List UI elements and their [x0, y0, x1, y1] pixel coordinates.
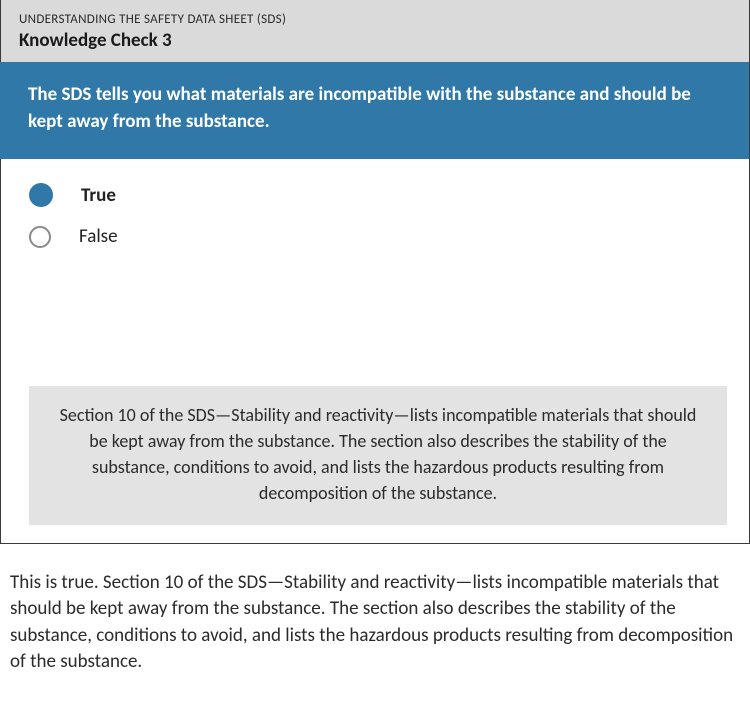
module-eyebrow: UNDERSTANDING THE SAFETY DATA SHEET (SDS…: [19, 12, 731, 27]
card-header: UNDERSTANDING THE SAFETY DATA SHEET (SDS…: [1, 0, 749, 62]
answer-label: True: [81, 184, 116, 207]
answer-option-true[interactable]: True: [27, 183, 721, 207]
question-text: The SDS tells you what materials are inc…: [0, 62, 749, 159]
radio-selected-icon: [29, 183, 53, 207]
quiz-card: UNDERSTANDING THE SAFETY DATA SHEET (SDS…: [0, 0, 750, 544]
radio-unselected-icon: [29, 226, 51, 248]
answer-label: False: [79, 225, 118, 248]
feedback-box: Section 10 of the SDS—Stability and reac…: [29, 386, 727, 524]
answer-option-false[interactable]: False: [27, 225, 721, 248]
explanation-text: This is true. Section 10 of the SDS—Stab…: [0, 544, 750, 686]
answers-block: True False: [1, 159, 749, 276]
page-title: Knowledge Check 3: [19, 29, 731, 52]
